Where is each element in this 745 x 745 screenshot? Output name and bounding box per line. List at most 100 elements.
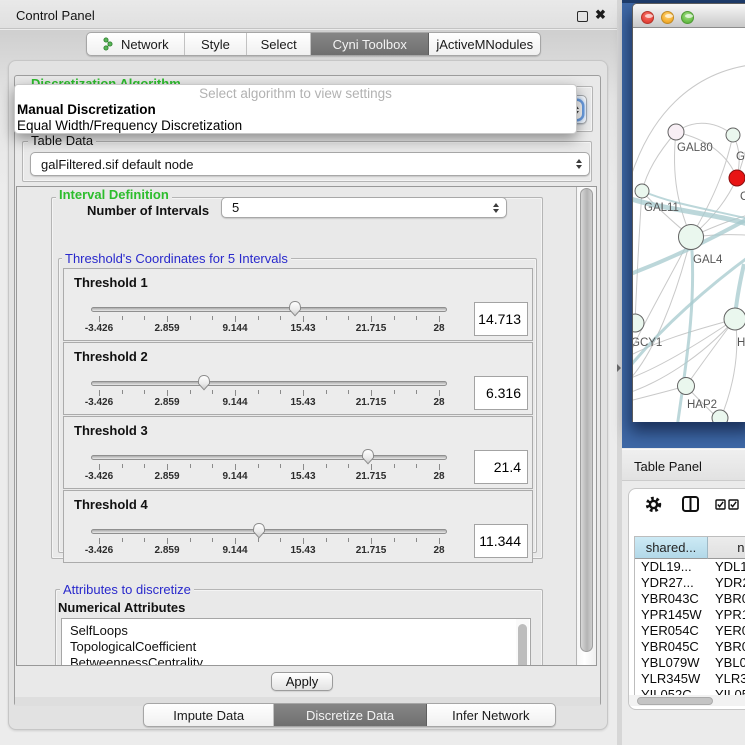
horizontal-scrollbar[interactable] xyxy=(629,695,745,706)
cell-name[interactable]: YLR34 xyxy=(708,671,745,687)
slider-tick-label: 21.715 xyxy=(347,471,395,482)
network-edge[interactable] xyxy=(720,319,737,420)
columns-icon[interactable] xyxy=(682,496,699,512)
table-data-title: Table Data xyxy=(28,134,96,147)
network-node-ga[interactable] xyxy=(726,128,740,142)
cell-name[interactable]: YER05 xyxy=(708,623,745,639)
network-window: GAL80GACGAL11GAL4GCY1HHAP2 xyxy=(632,3,745,422)
slider-tick-label: 2.859 xyxy=(143,323,191,334)
cell-name[interactable]: YDL19 xyxy=(708,559,745,575)
attribute-list-item[interactable]: SelfLoops xyxy=(62,623,530,639)
close-icon[interactable]: ✖ xyxy=(595,7,606,23)
network-edge[interactable] xyxy=(686,319,735,386)
table-row[interactable]: YBR045CYBR04 xyxy=(635,639,745,655)
threshold-slider-thumb[interactable] xyxy=(287,300,303,317)
column-header-name[interactable]: name xyxy=(708,537,745,559)
dropdown-option-manual-discretization[interactable]: Manual Discretization xyxy=(15,102,576,118)
tab-select[interactable]: Select xyxy=(247,33,311,55)
table-row[interactable]: YDL19...YDL19 xyxy=(635,559,745,575)
cell-shared-name[interactable]: YPR145W xyxy=(635,607,708,623)
threshold-value-field[interactable]: 21.4 xyxy=(474,450,528,484)
threshold-slider-track[interactable] xyxy=(91,529,447,534)
horizontal-scrollbar-thumb[interactable] xyxy=(637,697,713,705)
table-row[interactable]: YBL079WYBL07 xyxy=(635,655,745,671)
cell-shared-name[interactable]: YER054C xyxy=(635,623,708,639)
table-data-combobox[interactable]: galFiltered.sif default node xyxy=(30,152,590,176)
network-node-h[interactable] xyxy=(724,308,745,330)
network-node-gal4[interactable] xyxy=(679,225,704,250)
table-header-row: shared... name xyxy=(635,537,745,559)
vertical-scrollbar-thumb[interactable] xyxy=(580,188,593,652)
threshold-slider-thumb[interactable] xyxy=(360,448,376,465)
table-row[interactable]: YBR043CYBR04 xyxy=(635,591,745,607)
tab-network[interactable]: Network xyxy=(87,33,185,55)
close-traffic-light-icon[interactable] xyxy=(641,11,654,24)
cell-shared-name[interactable]: YBL079W xyxy=(635,655,708,671)
cell-name[interactable]: YBR04 xyxy=(708,591,745,607)
tab-discretize-data[interactable]: Discretize Data xyxy=(274,704,426,726)
minimize-traffic-light-icon[interactable] xyxy=(661,11,674,24)
dropdown-option-equal-width-frequency[interactable]: Equal Width/Frequency Discretization xyxy=(15,118,576,134)
network-node-gal80[interactable] xyxy=(668,124,684,140)
network-node-label: GA xyxy=(736,151,745,163)
list-scrollbar[interactable] xyxy=(516,619,529,666)
threshold-slider-track[interactable] xyxy=(91,455,447,460)
zoom-traffic-light-icon[interactable] xyxy=(681,11,694,24)
cell-shared-name[interactable]: YBR043C xyxy=(635,591,708,607)
tab-impute-data[interactable]: Impute Data xyxy=(144,704,274,726)
table-row[interactable]: YPR145WYPR14 xyxy=(635,607,745,623)
apply-button[interactable]: Apply xyxy=(271,672,333,691)
column-header-shared-name[interactable]: shared... xyxy=(635,537,708,559)
gear-icon[interactable] xyxy=(645,496,662,513)
table-row[interactable]: YLR345WYLR34 xyxy=(635,671,745,687)
tab-jactivemnodules[interactable]: jActiveMNodules xyxy=(429,33,540,55)
threshold-slider-track[interactable] xyxy=(91,307,447,312)
divider-collapse-icon[interactable] xyxy=(617,364,621,372)
threshold-value-field[interactable]: 11.344 xyxy=(474,524,528,558)
cell-shared-name[interactable]: YBR045C xyxy=(635,639,708,655)
slider-tick-label: 2.859 xyxy=(143,471,191,482)
threshold-value-field[interactable]: 6.316 xyxy=(474,376,528,410)
table-row[interactable]: YDR27...YDR27 xyxy=(635,575,745,591)
tab-style[interactable]: Style xyxy=(185,33,248,55)
attribute-list-item[interactable]: BetweennessCentrality xyxy=(62,655,530,666)
vertical-scrollbar[interactable] xyxy=(576,187,596,665)
threshold-slider-track[interactable] xyxy=(91,381,447,386)
cell-shared-name[interactable]: YLR345W xyxy=(635,671,708,687)
number-of-intervals-combobox[interactable]: 5 xyxy=(221,197,507,218)
network-node-hap2[interactable] xyxy=(678,378,695,395)
dropdown-prompt-item[interactable]: Select algorithm to view settings xyxy=(15,86,576,102)
tab-cyni-toolbox[interactable]: Cyni Toolbox xyxy=(311,33,429,55)
network-edge[interactable] xyxy=(676,123,733,135)
network-node[interactable] xyxy=(712,410,728,422)
table-row[interactable]: YER054CYER05 xyxy=(635,623,745,639)
threshold-slider-thumb[interactable] xyxy=(251,522,267,539)
network-node-c[interactable] xyxy=(729,170,745,186)
network-edge[interactable] xyxy=(642,132,676,191)
slider-tick-label: 9.144 xyxy=(211,545,259,556)
list-scrollbar-thumb[interactable] xyxy=(518,624,527,666)
network-node-label: HAP2 xyxy=(687,399,717,411)
network-canvas[interactable]: GAL80GACGAL11GAL4GCY1HHAP2 xyxy=(633,28,745,422)
cell-name[interactable]: YBL07 xyxy=(708,655,745,671)
cell-name[interactable]: YBR04 xyxy=(708,639,745,655)
threshold-slider-thumb[interactable] xyxy=(196,374,212,391)
tab-label: Impute Data xyxy=(173,708,244,723)
network-window-titlebar[interactable] xyxy=(633,4,745,28)
combobox-stepper-icon[interactable] xyxy=(489,199,502,217)
slider-tick-label: 9.144 xyxy=(211,323,259,334)
slider-tick-label: 9.144 xyxy=(211,397,259,408)
network-edge[interactable] xyxy=(635,191,642,323)
tab-infer-network[interactable]: Infer Network xyxy=(427,704,555,726)
network-node-gal11[interactable] xyxy=(635,184,649,198)
float-window-icon[interactable] xyxy=(577,11,588,22)
cell-name[interactable]: YDR27 xyxy=(708,575,745,591)
attribute-list-item[interactable]: TopologicalCoefficient xyxy=(62,639,530,655)
cell-name[interactable]: YPR14 xyxy=(708,607,745,623)
checkboxes-icon[interactable] xyxy=(715,499,741,510)
cell-shared-name[interactable]: YDL19... xyxy=(635,559,708,575)
cell-shared-name[interactable]: YDR27... xyxy=(635,575,708,591)
combobox-stepper-icon[interactable] xyxy=(572,155,585,173)
threshold-value-field[interactable]: 14.713 xyxy=(474,302,528,336)
algorithm-dropdown-popup: Select algorithm to view settings Manual… xyxy=(14,84,577,134)
